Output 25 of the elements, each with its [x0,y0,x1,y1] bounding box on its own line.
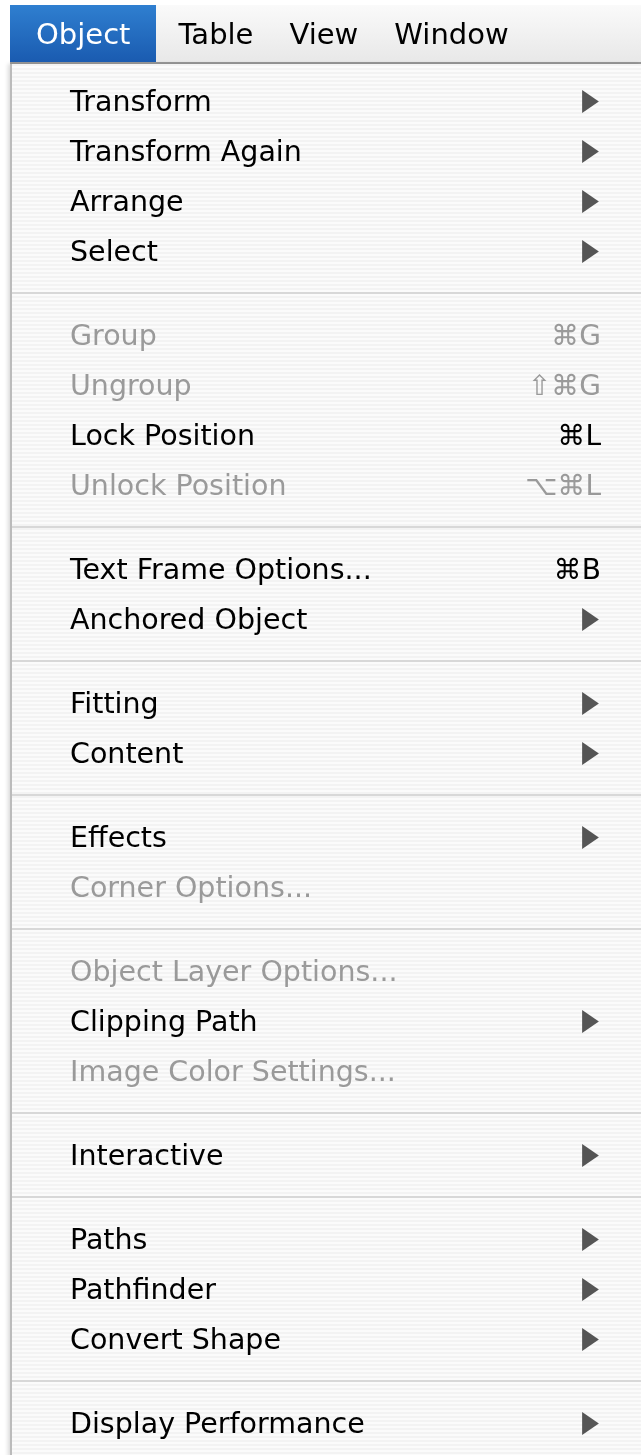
menu-item[interactable]: Arrange [12,176,641,226]
menu-bar-item[interactable]: View [275,5,373,62]
menu-item[interactable]: Text Frame Options... ⌘B [12,544,641,594]
menu-item[interactable]: Pathfinder [12,1264,641,1314]
menu-item[interactable]: Clipping Path [12,996,641,1046]
menu-item[interactable]: Transform Again [12,126,641,176]
shortcut-label: ⇧⌘G [527,368,601,402]
menu-item[interactable]: Anchored Object [12,594,641,644]
shortcut-label: ⌘G [551,318,601,352]
menu-item[interactable]: Effects [12,812,641,862]
menu-bar-item[interactable]: Object [10,5,157,62]
shortcut-label: ⌥⌘L [525,468,601,502]
menu-item[interactable]: Content [12,728,641,778]
shortcut-label: ⌘B [553,552,601,586]
menu-item[interactable]: Paths [12,1214,641,1264]
menu-item[interactable]: Transform [12,76,641,126]
menu-item[interactable]: Convert Shape [12,1314,641,1364]
shortcut-label: ⌘L [557,418,601,452]
menu-bar-item[interactable]: Table [164,5,268,62]
menu-item[interactable]: Lock Position ⌘L [12,410,641,460]
menu-item[interactable]: Select [12,226,641,276]
menu-item[interactable]: Interactive [12,1130,641,1180]
menu-item[interactable]: Fitting [12,678,641,728]
menu-item[interactable]: Display Performance [12,1398,641,1448]
menu-bar-item[interactable]: Window [380,5,523,62]
